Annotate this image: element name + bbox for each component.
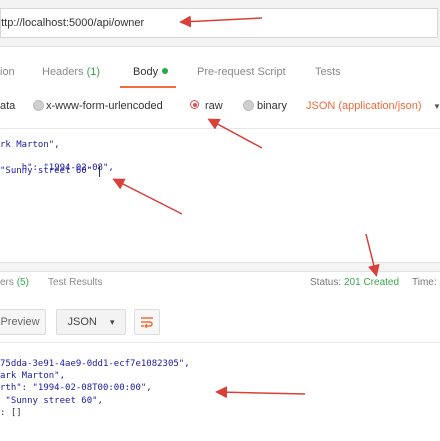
response-tabs: ers (5) Test Results Status: 201 Created… [0, 271, 440, 293]
content-type-caret-icon[interactable]: ▼ [433, 102, 440, 111]
text-cursor [99, 166, 100, 177]
response-body: 75dda-3e91-4ae9-0dd1-ecf7e1082305", ark … [0, 342, 440, 441]
tab-tests[interactable]: Tests [315, 66, 341, 78]
option-urlencoded-label[interactable]: x-www-form-urlencoded [46, 100, 163, 112]
wrap-lines-icon [141, 317, 153, 329]
tab-headers-count: (1) [86, 66, 101, 78]
option-raw-label[interactable]: raw [205, 100, 223, 112]
tab-response-headers[interactable]: ers (5) [0, 277, 29, 288]
response-body-line: ark Marton", [0, 371, 66, 381]
status-label: Status: [310, 277, 342, 288]
option-form-data-label[interactable]: ata [0, 100, 15, 112]
radio-urlencoded[interactable] [33, 100, 44, 111]
wrap-lines-button[interactable] [134, 309, 160, 335]
status-value: 201 Created [344, 277, 400, 288]
request-body-editor[interactable]: rk Marton", h": "1994-02-08", "Sunny str… [0, 128, 440, 263]
response-body-line: 75dda-3e91-4ae9-0dd1-ecf7e1082305", [0, 359, 190, 369]
url-bar: http://localhost:5000/api/owner [0, 0, 440, 47]
request-url-input[interactable]: http://localhost:5000/api/owner [0, 8, 438, 38]
tab-body[interactable]: Body [133, 66, 169, 78]
radio-raw[interactable] [190, 100, 199, 109]
tab-response-headers-count: (5) [16, 277, 29, 288]
active-tab-underline [120, 86, 176, 88]
body-active-dot-icon [162, 68, 169, 74]
request-body-line: rk Marton", [0, 140, 60, 150]
response-toolbar: Preview JSON ▾ [0, 304, 440, 340]
request-body-line: "Sunny street 60" [0, 166, 93, 176]
radio-binary[interactable] [243, 100, 254, 111]
option-binary-label[interactable]: binary [257, 100, 287, 112]
chevron-down-icon: ▾ [109, 317, 115, 327]
tab-response-headers-label: ers [0, 277, 14, 288]
response-body-line: rth": "1994-02-08T00:00:00", [0, 383, 152, 393]
tab-headers[interactable]: Headers (1) [42, 66, 100, 78]
format-select-value: JSON [67, 316, 97, 328]
tab-body-label: Body [133, 66, 159, 78]
time-label: Time: [412, 277, 437, 288]
preview-button[interactable]: Preview [0, 309, 46, 335]
tab-test-results[interactable]: Test Results [48, 277, 102, 288]
request-tabs: ion Headers (1) Body Pre-request Script … [0, 60, 440, 88]
body-type-options: ata x-www-form-urlencoded raw binary JSO… [0, 96, 440, 120]
tab-authorization[interactable]: ion [0, 66, 15, 78]
tab-prerequest-script[interactable]: Pre-request Script [197, 66, 286, 78]
format-select[interactable]: JSON ▾ [56, 309, 126, 335]
response-body-line: : [] [0, 408, 22, 418]
response-body-line: "Sunny street 60", [0, 396, 103, 406]
tab-headers-label: Headers [42, 66, 84, 78]
content-type-dropdown[interactable]: JSON (application/json) [306, 100, 422, 112]
